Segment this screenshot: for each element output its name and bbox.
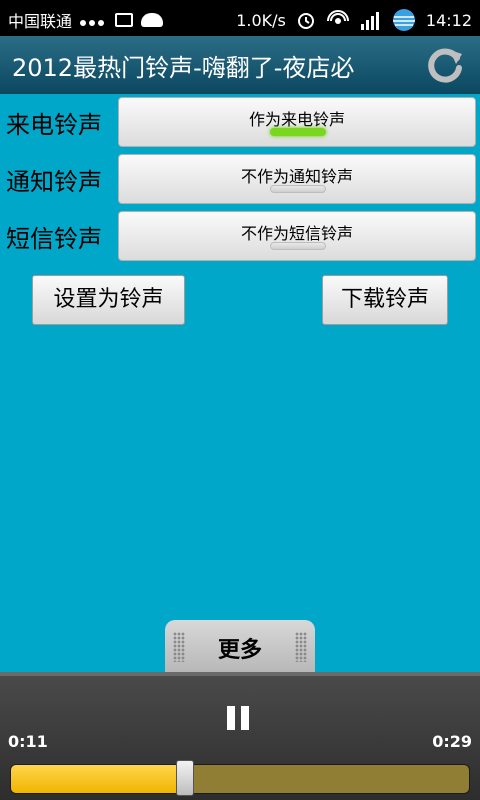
setting-label-call: 来电铃声 <box>6 111 102 139</box>
refresh-icon[interactable] <box>424 44 466 86</box>
image-icon <box>115 13 134 27</box>
toggle-text: 作为来电铃声 <box>248 110 345 129</box>
status-bar: 中国联通 1.0K/s 14:12 <box>0 0 480 36</box>
media-player: 0:11 0:29 <box>0 672 480 800</box>
toggle-indicator-on <box>270 128 326 136</box>
grip-right-icon <box>295 632 307 662</box>
more-notifications-icon <box>80 11 107 30</box>
clock: 14:12 <box>425 10 472 30</box>
toggle-notification-ringtone[interactable]: 不作为通知铃声 <box>118 154 476 204</box>
more-label: 更多 <box>217 638 262 663</box>
setting-row-notification: 通知铃声 不作为通知铃声 <box>0 154 480 206</box>
toggle-sms-ringtone[interactable]: 不作为短信铃声 <box>118 211 476 261</box>
total-time: 0:29 <box>432 732 472 751</box>
carrier-logo-icon <box>392 9 415 31</box>
toggle-text: 不作为通知铃声 <box>240 167 353 186</box>
wifi-hotspot-icon <box>326 10 349 24</box>
setting-label-sms: 短信铃声 <box>6 225 102 253</box>
seek-handle[interactable] <box>175 760 194 796</box>
signal-icon <box>360 12 379 30</box>
page-title: 2012最热门铃声-嗨翻了-夜店必 <box>12 54 355 82</box>
seek-progress <box>11 765 186 793</box>
more-drawer-handle[interactable]: 更多 <box>165 620 315 672</box>
download-ringtone-button[interactable]: 下载铃声 <box>322 275 448 325</box>
android-icon <box>141 13 164 27</box>
network-speed: 1.0K/s <box>236 10 286 30</box>
title-bar: 2012最热门铃声-嗨翻了-夜店必 <box>0 36 480 94</box>
carrier-name: 中国联通 <box>8 12 73 31</box>
setting-row-call: 来电铃声 作为来电铃声 <box>0 97 480 149</box>
pause-icon[interactable] <box>227 706 253 730</box>
toggle-call-ringtone[interactable]: 作为来电铃声 <box>118 97 476 147</box>
setting-label-notification: 通知铃声 <box>6 168 102 196</box>
toggle-indicator-off <box>270 185 326 193</box>
toggle-text: 不作为短信铃声 <box>240 224 353 243</box>
set-as-ringtone-button[interactable]: 设置为铃声 <box>32 275 185 325</box>
setting-row-sms: 短信铃声 不作为短信铃声 <box>0 211 480 263</box>
seek-bar[interactable] <box>10 764 470 794</box>
elapsed-time: 0:11 <box>8 732 48 751</box>
alarm-icon <box>297 13 314 29</box>
toggle-indicator-off <box>270 242 326 250</box>
